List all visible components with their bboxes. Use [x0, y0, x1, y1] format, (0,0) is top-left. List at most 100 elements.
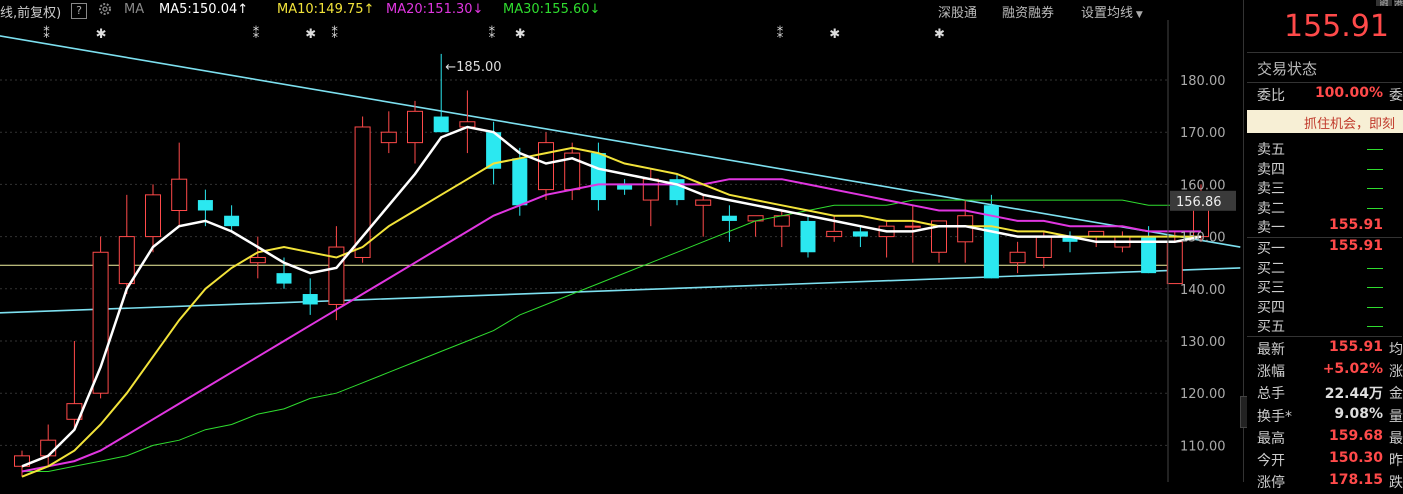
candle[interactable] — [1009, 241, 1026, 274]
empty-value-dash — [1367, 207, 1383, 209]
ma10-value: MA10:149.75↑ — [277, 2, 375, 17]
stat-2[interactable]: 总手 22.44万金 — [1247, 383, 1403, 405]
candle[interactable] — [224, 205, 240, 232]
candle[interactable] — [747, 215, 764, 237]
candle[interactable] — [538, 132, 554, 201]
event-marker-icon[interactable]: ✱ — [96, 27, 107, 42]
stat-3[interactable]: 换手* 9.08% 量 — [1247, 406, 1403, 428]
candle-body — [826, 230, 843, 238]
candle[interactable] — [1141, 226, 1157, 274]
margin-badge-icon[interactable]: 融 — [1376, 0, 1392, 6]
event-marker-icon[interactable]: ⁑ — [253, 26, 260, 42]
event-marker-icon[interactable]: ⁑ — [489, 26, 496, 42]
candle[interactable] — [380, 111, 397, 154]
candle-body — [1009, 251, 1026, 264]
bid-level-3-label: 买三 — [1257, 280, 1285, 297]
stat-2-extra: 金 — [1389, 386, 1403, 403]
ma-label: MA — [124, 2, 145, 17]
empty-value-dash — [1367, 287, 1383, 289]
promo-banner[interactable]: 抓住机会，即刻 — [1247, 110, 1403, 133]
candle[interactable] — [407, 100, 423, 164]
ma10-line — [21, 146, 1201, 478]
set-ma-button[interactable]: 设置均线 ▼ — [1081, 2, 1143, 21]
link-shenzhen-connect[interactable]: 深股通 — [938, 2, 977, 21]
candle[interactable] — [957, 200, 974, 263]
candle[interactable] — [983, 194, 999, 279]
event-marker-icon[interactable]: ✱ — [305, 27, 316, 42]
empty-value-dash — [1367, 326, 1383, 328]
stat-4[interactable]: 最高 159.68 最 — [1247, 428, 1403, 450]
candle-body — [721, 215, 737, 221]
gear-icon[interactable] — [97, 1, 113, 21]
stat-2-label: 总手 — [1257, 386, 1285, 403]
stat-0[interactable]: 最新 155.91 均 — [1247, 339, 1403, 361]
stat-6-value: 178.15 — [1328, 472, 1383, 489]
event-markers[interactable]: ⁑ ✱ ⁑ ✱ ⁑ ⁑ ✱ ⁑ ✱ ✱ — [43, 26, 945, 42]
event-marker-icon[interactable]: ✱ — [829, 27, 840, 42]
candle-body — [904, 225, 921, 228]
commission-diff-label: 委 — [1389, 88, 1403, 104]
divider — [1247, 336, 1402, 337]
candle[interactable] — [92, 236, 109, 399]
candle[interactable] — [800, 215, 816, 258]
empty-value-dash — [1367, 149, 1383, 150]
event-marker-icon[interactable]: ✱ — [515, 27, 526, 42]
candle[interactable] — [40, 424, 57, 467]
bid-level-2-label: 买二 — [1257, 260, 1285, 277]
candle[interactable] — [302, 278, 318, 315]
event-marker-icon[interactable]: ⁑ — [777, 26, 784, 42]
candle[interactable] — [171, 142, 188, 227]
candle[interactable] — [721, 205, 737, 242]
ask-level-3-label: 卖三 — [1257, 181, 1285, 198]
y-tick-label: 120.00 — [1180, 387, 1226, 402]
event-marker-icon[interactable]: ⁑ — [43, 26, 50, 42]
candle[interactable] — [904, 205, 921, 263]
promo-text[interactable]: 抓住机会，即刻 — [1304, 113, 1395, 132]
candle[interactable] — [1088, 230, 1105, 248]
candle[interactable] — [669, 173, 685, 206]
stat-1-value: +5.02% — [1322, 361, 1383, 378]
divider — [1247, 82, 1402, 83]
chart-header: 线,前复权) ? MA MA5:150.04↑ MA10:149.75↑ MA2… — [0, 0, 1243, 21]
chart-mode-label[interactable]: 线,前复权) — [0, 2, 61, 21]
candle[interactable] — [695, 194, 712, 237]
candlestick-chart[interactable]: ⁑ ✱ ⁑ ✱ ⁑ ⁑ ✱ ⁑ ✱ ✱ 180.00170.00160.00150.00140.0… — [0, 20, 1243, 482]
ask-level-1-value: 155.91 — [1328, 217, 1383, 234]
candle[interactable] — [878, 220, 895, 258]
ma5-value: MA5:150.04↑ — [159, 2, 249, 17]
candle[interactable] — [852, 226, 868, 248]
candle[interactable] — [354, 116, 371, 263]
ask-level-1-label: 卖一 — [1257, 220, 1285, 237]
event-marker-icon[interactable]: ✱ — [934, 27, 945, 42]
y-tick-label: 140.00 — [1180, 283, 1226, 298]
trendline — [0, 35, 1241, 248]
link-margin-trading[interactable]: 融资融券 — [1002, 2, 1054, 21]
hk-badge-icon[interactable]: 港 — [1394, 0, 1403, 6]
peak-annotation: ←185.00 — [445, 60, 501, 75]
stat-1[interactable]: 涨幅 +5.02% 涨 — [1247, 361, 1403, 383]
quote-panel: 融 港 155.91 交易状态 委比 100.00% 委 抓住机会，即刻 卖五卖… — [1247, 0, 1403, 491]
candle[interactable] — [617, 179, 633, 195]
commission-ratio-label: 委比 — [1257, 88, 1285, 104]
stat-3-label: 换手* — [1257, 408, 1292, 425]
bid-level-1-value: 155.91 — [1328, 238, 1383, 254]
stat-5[interactable]: 今开 150.30 昨 — [1247, 450, 1403, 472]
current-price-label: 156.86 — [1176, 195, 1222, 210]
stat-6[interactable]: 涨停 178.15 跌 — [1247, 472, 1403, 494]
candle-body — [40, 439, 57, 457]
candle[interactable] — [459, 90, 476, 154]
stat-1-label: 涨幅 — [1257, 364, 1285, 381]
y-tick-label: 170.00 — [1180, 126, 1226, 141]
stat-6-extra: 跌 — [1389, 475, 1403, 492]
caret-down-icon: ▼ — [1133, 10, 1143, 20]
help-button[interactable]: ? — [71, 3, 87, 19]
candle-body — [302, 294, 318, 305]
event-marker-icon[interactable]: ⁑ — [331, 26, 338, 42]
candle-body — [249, 256, 266, 264]
bid-level-5-label: 买五 — [1257, 319, 1285, 336]
candle-body — [171, 178, 188, 211]
empty-value-dash — [1367, 267, 1383, 269]
candle[interactable] — [1062, 231, 1078, 253]
stat-0-value: 155.91 — [1328, 339, 1383, 355]
candle-body — [773, 215, 790, 227]
